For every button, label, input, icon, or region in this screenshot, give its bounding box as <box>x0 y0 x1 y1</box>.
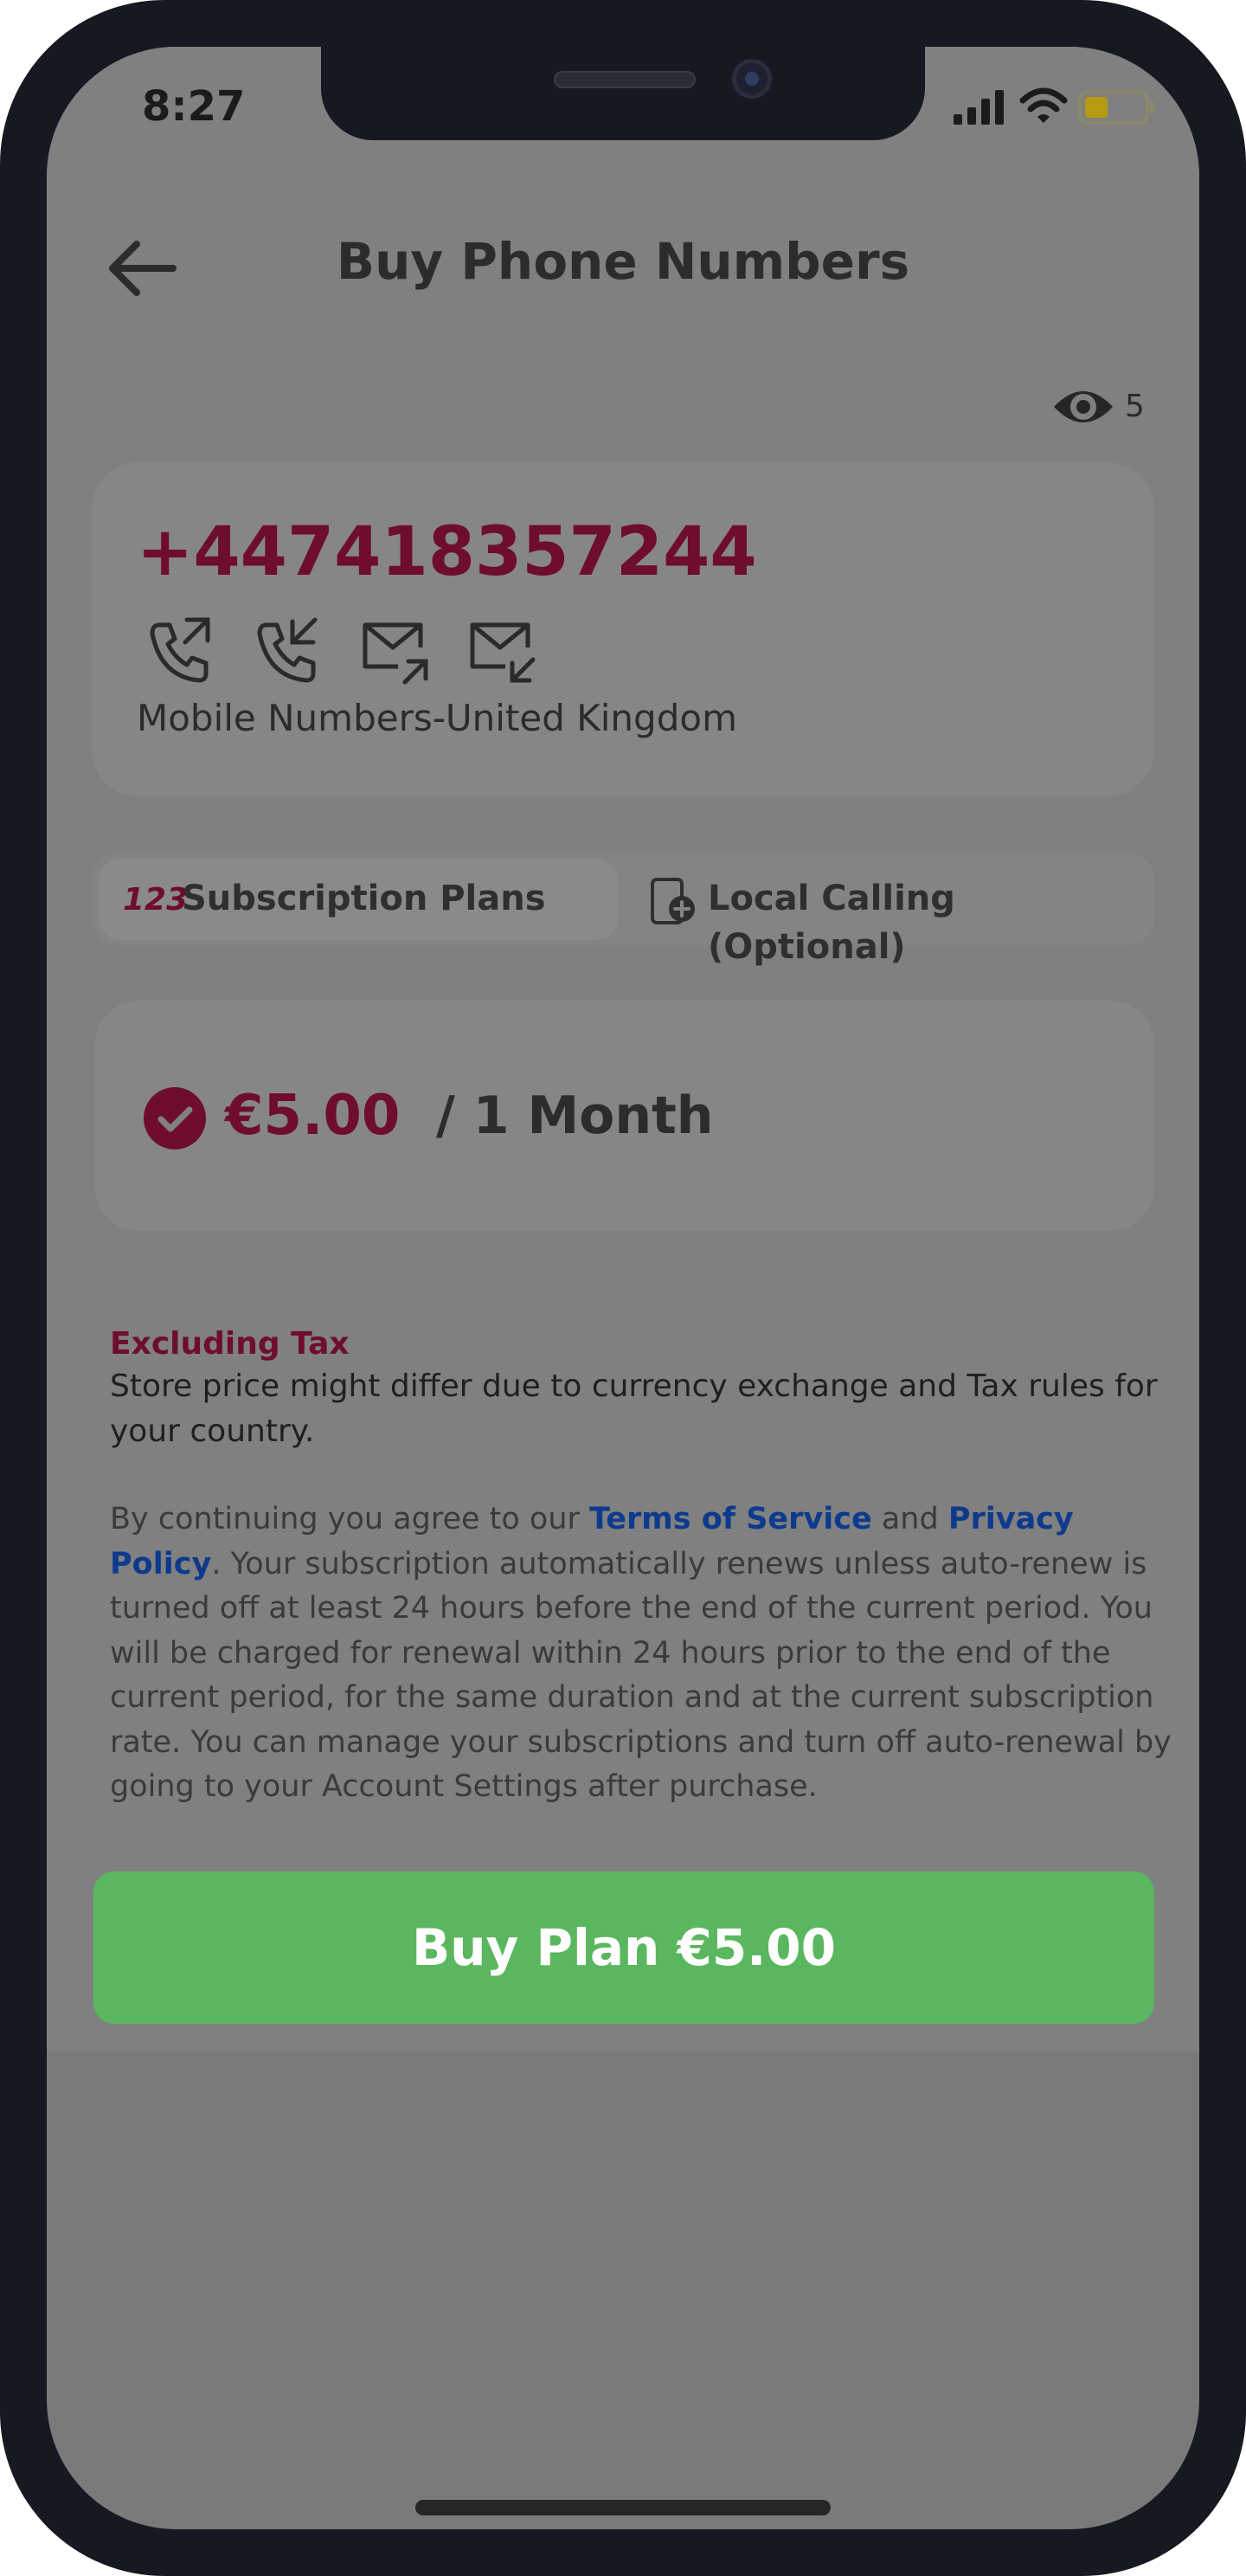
incoming-call-icon <box>257 617 318 683</box>
signal-icon <box>954 90 1004 125</box>
tax-note: Store price might differ due to currency… <box>110 1368 1158 1449</box>
number-type-label: Mobile Numbers-United Kingdom <box>137 697 737 739</box>
eye-icon <box>1054 391 1113 422</box>
phone-add-icon <box>651 878 695 924</box>
buy-plan-label: Buy Plan €5.00 <box>412 1918 836 1977</box>
legal-and: and <box>871 1502 948 1536</box>
notch <box>321 47 925 140</box>
tab-label: Subscription Plans <box>182 879 546 918</box>
terms-of-service-link[interactable]: Terms of Service <box>589 1502 872 1536</box>
home-indicator[interactable] <box>415 2500 831 2515</box>
view-counter: 5 <box>1050 376 1172 440</box>
status-icons <box>954 87 1196 130</box>
battery-icon <box>1078 90 1154 125</box>
outgoing-call-icon <box>150 617 210 683</box>
legal-prefix: By continuing you agree to our <box>110 1502 590 1536</box>
page-title: Buy Phone Numbers <box>336 232 910 291</box>
check-circle-icon[interactable] <box>142 1085 208 1151</box>
view-count-value: 5 <box>1125 389 1145 424</box>
back-arrow-icon[interactable] <box>102 229 182 308</box>
tax-title: Excluding Tax <box>110 1326 350 1362</box>
phone-frame: 8:27 Buy Phone Numbers 5 +447418357244 M… <box>0 0 1246 2576</box>
numbers-123-icon: 123 <box>123 882 189 918</box>
outgoing-sms-icon <box>363 622 428 685</box>
legal-text: By continuing you agree to our Terms of … <box>110 1497 1183 1861</box>
speaker-grille <box>554 71 696 88</box>
plan-period: / 1 Month <box>436 1085 714 1146</box>
wifi-icon <box>1019 87 1068 123</box>
buy-plan-button[interactable]: Buy Plan €5.00 <box>93 1871 1154 2024</box>
incoming-sms-icon <box>470 622 536 683</box>
tab-subscription-plans[interactable]: 123 Subscription Plans <box>99 859 618 940</box>
status-time: 8:27 <box>142 82 246 131</box>
tab-label: Local Calling (Optional) <box>708 879 955 967</box>
app-screen: 8:27 Buy Phone Numbers 5 +447418357244 M… <box>47 47 1199 2529</box>
legal-body: . Your subscription automatically renews… <box>110 1546 1172 1805</box>
tab-local-calling[interactable]: Local Calling (Optional) <box>635 859 1154 967</box>
phone-number: +447418357244 <box>137 513 757 591</box>
front-camera <box>732 59 772 99</box>
capability-icons <box>142 613 626 687</box>
